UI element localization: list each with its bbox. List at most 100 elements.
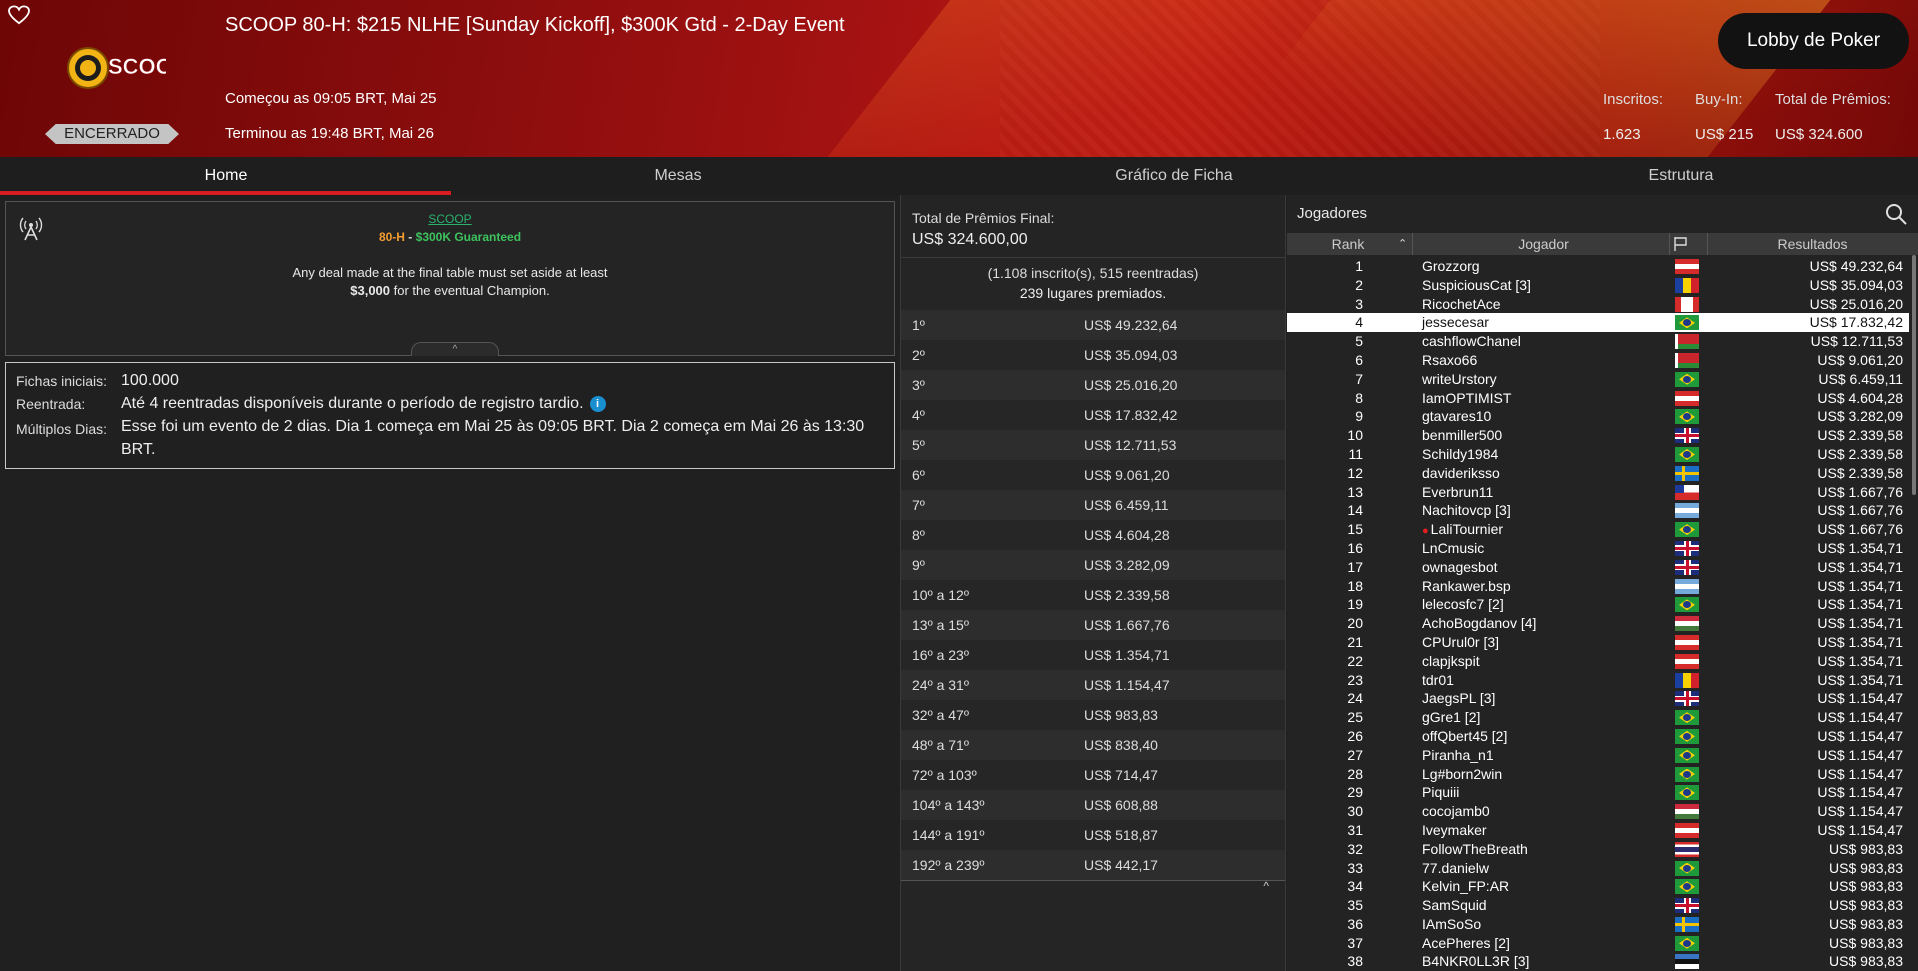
- player-row[interactable]: 38 B4NKR0LL3R [3] US$ 983,83: [1287, 952, 1909, 971]
- player-name-cell: Piranha_n1: [1422, 746, 1494, 765]
- player-row[interactable]: 31 Iveymaker US$ 1.154,47: [1287, 821, 1909, 840]
- sort-ascending-icon[interactable]: ⌃: [1398, 233, 1407, 255]
- tab-chip-graph[interactable]: Gráfico de Ficha: [904, 157, 1444, 195]
- series-link[interactable]: SCOOP: [6, 212, 894, 226]
- player-row[interactable]: 15 ● LaliTournier US$ 1.667,76: [1287, 520, 1909, 539]
- player-name: cocojamb0: [1422, 803, 1490, 820]
- player-row[interactable]: 14 Nachitovcp [3] US$ 1.667,76: [1287, 501, 1909, 520]
- player-row[interactable]: 35 SamSquid US$ 983,83: [1287, 896, 1909, 915]
- player-name-cell: jessecesar: [1422, 313, 1489, 332]
- player-row[interactable]: 24 JaegsPL [3] US$ 1.154,47: [1287, 689, 1909, 708]
- country-flag-icon: [1675, 616, 1699, 632]
- player-column-header[interactable]: Jogador: [1417, 233, 1670, 255]
- prize-amount: US$ 714,47: [1084, 767, 1158, 783]
- buyin-label: Buy-In:: [1695, 91, 1743, 108]
- player-row[interactable]: 29 Piquiii US$ 1.154,47: [1287, 783, 1909, 802]
- collapse-info-button[interactable]: ^: [411, 342, 499, 356]
- results-column-header[interactable]: Resultados: [1707, 233, 1918, 255]
- player-row[interactable]: 10 benmiller500 US$ 2.339,58: [1287, 426, 1909, 445]
- status-badge: ENCERRADO: [45, 124, 179, 144]
- player-row[interactable]: 17 ownagesbot US$ 1.354,71: [1287, 558, 1909, 577]
- country-flag-icon[interactable]: [1673, 236, 1689, 252]
- player-row[interactable]: 28 Lg#born2win US$ 1.154,47: [1287, 765, 1909, 784]
- player-row[interactable]: 36 IAmSoSo US$ 983,83: [1287, 915, 1909, 934]
- player-rank: 21: [1347, 633, 1363, 650]
- active-tab-indicator: [0, 191, 451, 195]
- player-rank: 34: [1347, 878, 1363, 895]
- player-name-cell: SuspiciousCat [3]: [1422, 276, 1531, 295]
- player-result: US$ 12.711,53: [1810, 333, 1903, 350]
- player-result: US$ 1.154,47: [1817, 746, 1903, 763]
- player-name: AchoBogdanov [4]: [1422, 615, 1537, 632]
- player-result: US$ 49.232,64: [1809, 258, 1903, 274]
- flag-br-icon: [1675, 785, 1699, 801]
- player-name: Lg#born2win: [1422, 765, 1503, 782]
- player-row[interactable]: 18 Rankawer.bsp US$ 1.354,71: [1287, 577, 1909, 596]
- player-result: US$ 17.832,42: [1809, 314, 1903, 331]
- player-name: Piranha_n1: [1422, 746, 1494, 763]
- flag-br-icon: [1675, 710, 1699, 726]
- player-row[interactable]: 16 LnCmusic US$ 1.354,71: [1287, 539, 1909, 558]
- player-result: US$ 983,83: [1829, 953, 1903, 970]
- player-row[interactable]: 30 cocojamb0 US$ 1.154,47: [1287, 802, 1909, 821]
- player-row[interactable]: 7 writeUrstory US$ 6.459,11: [1287, 370, 1909, 389]
- player-row[interactable]: 23 tdr01 US$ 1.354,71: [1287, 671, 1909, 690]
- country-flag-icon: [1675, 352, 1699, 368]
- player-row[interactable]: 1 Grozzorg US$ 49.232,64: [1287, 257, 1909, 276]
- player-row[interactable]: 3 RicochetAce US$ 25.016,20: [1287, 295, 1909, 314]
- player-row[interactable]: 20 AchoBogdanov [4] US$ 1.354,71: [1287, 614, 1909, 633]
- player-row[interactable]: 4 jessecesar US$ 17.832,42: [1287, 313, 1909, 333]
- flag-ee-icon: [1675, 954, 1699, 970]
- player-row[interactable]: 34 Kelvin_FP:AR US$ 983,83: [1287, 877, 1909, 896]
- tab-tables[interactable]: Mesas: [452, 157, 904, 195]
- player-row[interactable]: 25 gGre1 [2] US$ 1.154,47: [1287, 708, 1909, 727]
- player-row[interactable]: 22 clapjkspit US$ 1.354,71: [1287, 652, 1909, 671]
- country-flag-icon: [1675, 597, 1699, 613]
- rank-column-header[interactable]: Rank: [1287, 233, 1409, 255]
- prize-amount: US$ 1.154,47: [1084, 677, 1170, 693]
- player-rank: 3: [1355, 295, 1363, 312]
- final-prize-value: US$ 324.600,00: [912, 231, 1028, 248]
- player-row[interactable]: 26 offQbert45 [2] US$ 1.154,47: [1287, 727, 1909, 746]
- player-row[interactable]: 33 77.danielw US$ 983,83: [1287, 859, 1909, 878]
- collapse-prizes-icon[interactable]: ^: [1263, 879, 1269, 893]
- player-row[interactable]: 5 cashflowChanel US$ 12.711,53: [1287, 332, 1909, 351]
- player-row[interactable]: 21 CPUrul0r [3] US$ 1.354,71: [1287, 633, 1909, 652]
- player-name-cell: offQbert45 [2]: [1422, 727, 1507, 746]
- player-row[interactable]: 9 gtavares10 US$ 3.282,09: [1287, 407, 1909, 426]
- player-row[interactable]: 13 Everbrun11 US$ 1.667,76: [1287, 483, 1909, 502]
- player-row[interactable]: 27 Piranha_n1 US$ 1.154,47: [1287, 746, 1909, 765]
- player-rank: 32: [1347, 840, 1363, 857]
- player-row[interactable]: 19 lelecosfc7 [2] US$ 1.354,71: [1287, 595, 1909, 614]
- reentry-value: Até 4 reentradas disponíveis durante o p…: [121, 395, 584, 412]
- player-result: US$ 1.667,76: [1817, 483, 1903, 500]
- player-row[interactable]: 2 SuspiciousCat [3] US$ 35.094,03: [1287, 276, 1909, 295]
- player-name-cell: tdr01: [1422, 671, 1454, 690]
- player-row[interactable]: 32 FollowTheBreath US$ 983,83: [1287, 840, 1909, 859]
- event-header: SCOOP ENCERRADO SCOOP 80-H: $215 NLHE [S…: [0, 0, 1918, 157]
- player-row[interactable]: 8 IamOPTIMIST US$ 4.604,28: [1287, 389, 1909, 408]
- player-row[interactable]: 6 Rsaxo66 US$ 9.061,20: [1287, 351, 1909, 370]
- tab-home[interactable]: Home: [0, 157, 452, 195]
- country-flag-icon: [1675, 428, 1699, 444]
- tab-structure[interactable]: Estrutura: [1444, 157, 1918, 195]
- search-icon[interactable]: [1884, 202, 1908, 226]
- player-row[interactable]: 12 daviderikssо US$ 2.339,58: [1287, 464, 1909, 483]
- favorite-heart-icon[interactable]: [8, 5, 30, 25]
- player-row[interactable]: 11 Schildy1984 US$ 2.339,58: [1287, 445, 1909, 464]
- paid-places: 239 lugares premiados.: [1019, 285, 1167, 301]
- info-icon[interactable]: i: [589, 395, 606, 412]
- player-rank: 20: [1347, 615, 1363, 632]
- prize-position: 16º a 23º: [912, 647, 969, 663]
- prize-row: 144º a 191º US$ 518,87: [901, 820, 1285, 850]
- prize-row: 13º a 15º US$ 1.667,76: [901, 610, 1285, 640]
- starting-chips-label: Fichas iniciais:: [16, 373, 108, 389]
- player-result: US$ 1.154,47: [1817, 803, 1903, 820]
- players-scrollbar[interactable]: [1912, 255, 1916, 495]
- player-row[interactable]: 37 AcePheres [2] US$ 983,83: [1287, 934, 1909, 953]
- prize-row: 7º US$ 6.459,11: [901, 490, 1285, 520]
- poker-lobby-button[interactable]: Lobby de Poker: [1718, 13, 1909, 69]
- player-rank: 25: [1347, 709, 1363, 726]
- player-rank: 37: [1347, 934, 1363, 951]
- guarantee-text: $300K Guaranteed: [415, 230, 522, 244]
